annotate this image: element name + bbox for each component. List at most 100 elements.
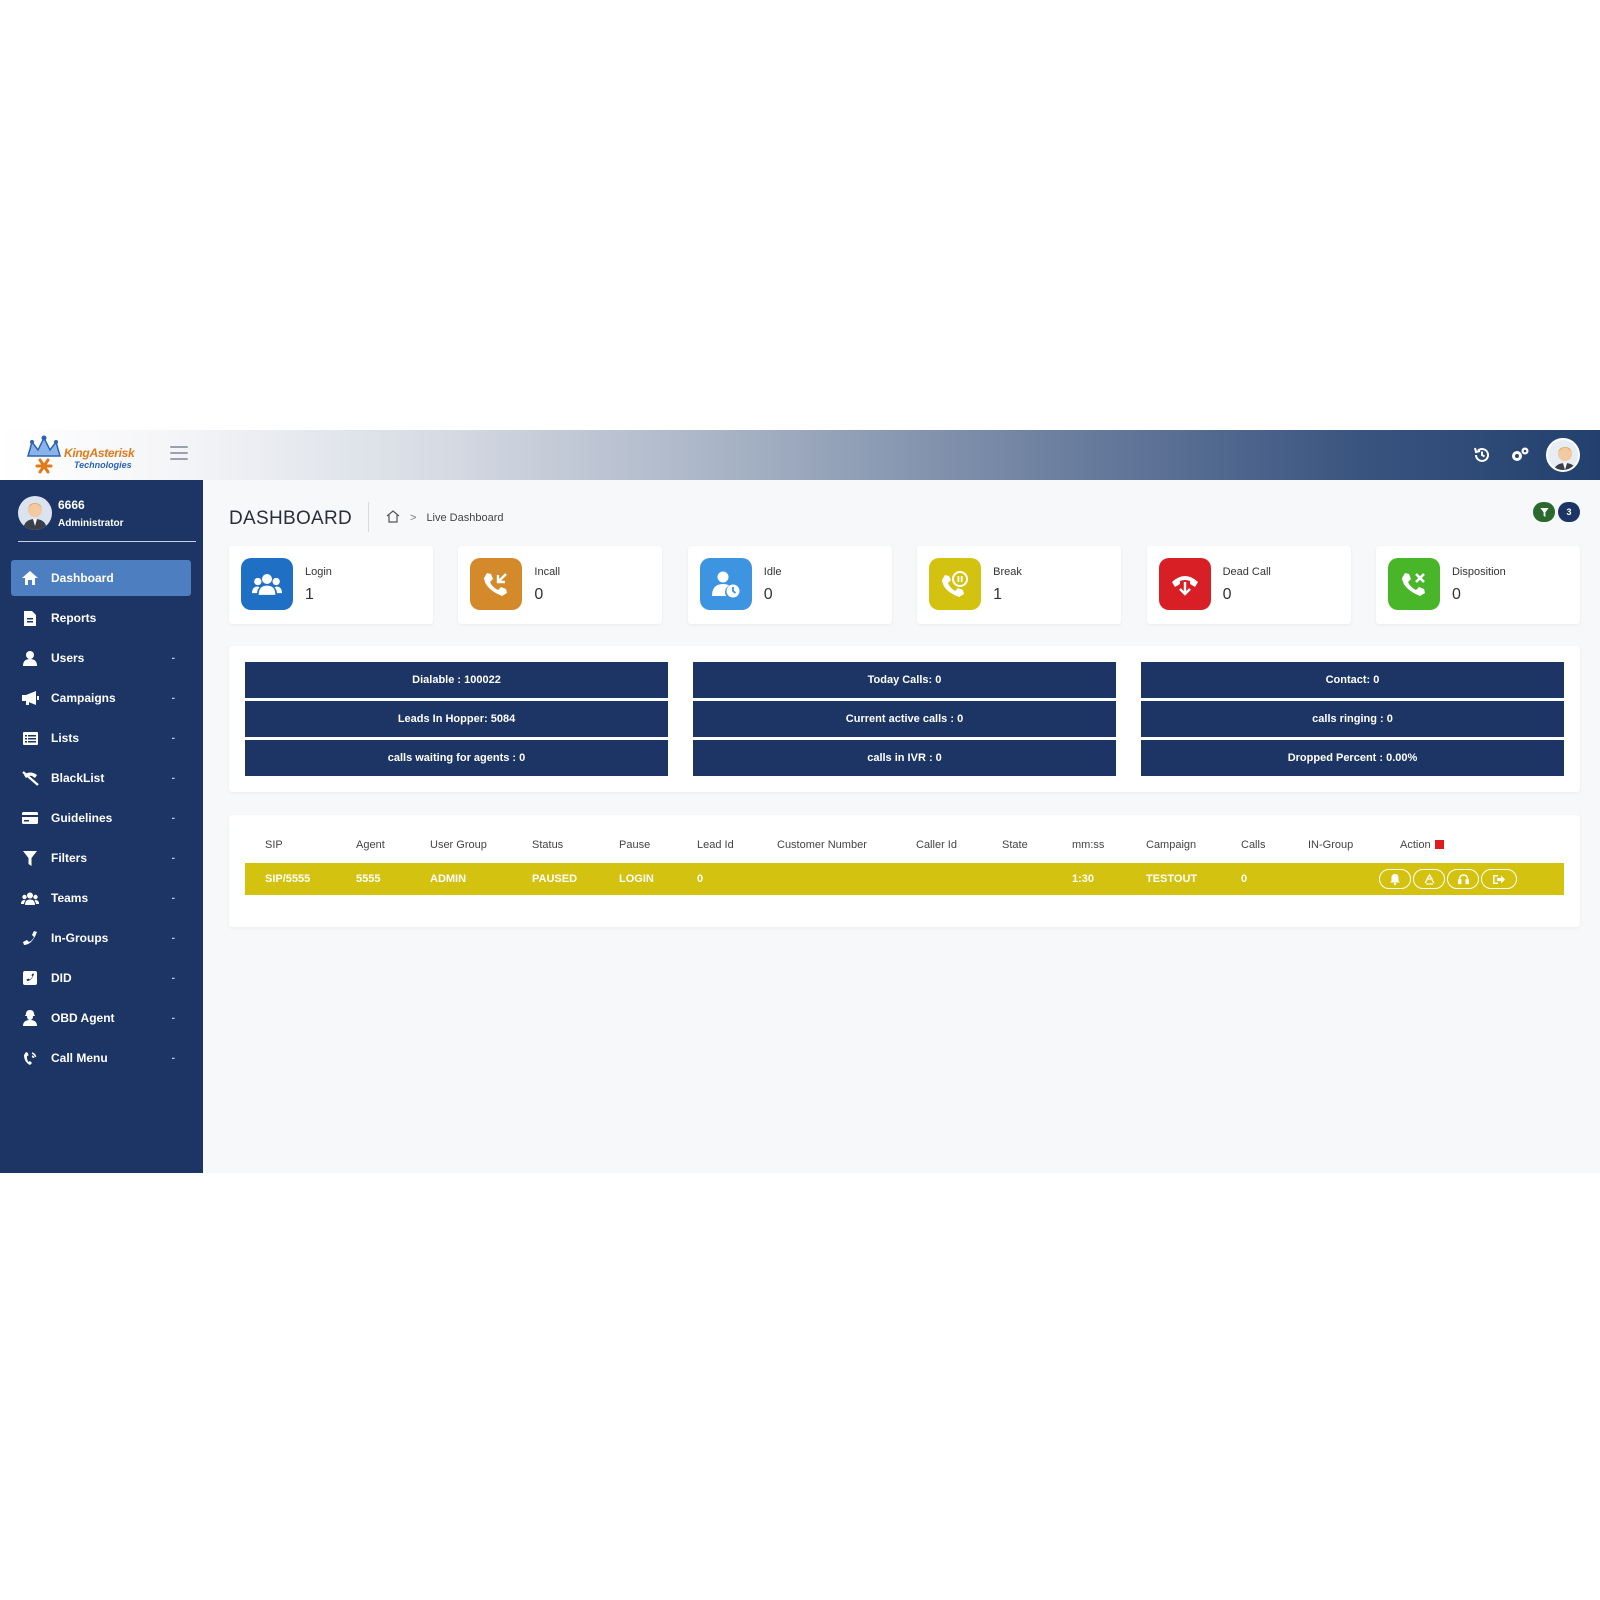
stat-card-login[interactable]: Login 1 <box>229 546 433 624</box>
sidebar-item-label: OBD Agent <box>51 1011 115 1025</box>
profile-avatar[interactable] <box>18 496 52 530</box>
column-header: Campaign <box>1146 839 1197 851</box>
summary-calls-waiting: calls waiting for agents : 0 <box>245 740 668 776</box>
stat-value: 0 <box>1222 586 1232 603</box>
sidebar-item-label: Guidelines <box>51 811 113 825</box>
stat-card-break[interactable]: Break 1 <box>917 546 1122 624</box>
stat-card-dead-call[interactable]: Dead Call 0 <box>1146 546 1351 624</box>
filter-icon[interactable] <box>1533 502 1555 522</box>
summary-leads-in-hopper: Leads In Hopper: 5084 <box>245 701 668 737</box>
sidebar-item-lists[interactable]: Lists - <box>11 720 191 756</box>
headset-icon[interactable] <box>1447 869 1479 889</box>
cell-mmss: 1:30 <box>1072 873 1095 885</box>
column-header-action: Action <box>1400 839 1444 851</box>
logout-icon[interactable] <box>1481 869 1517 889</box>
profile-name: 6666 <box>58 498 85 512</box>
summary-today-calls: Today Calls: 0 <box>693 662 1116 698</box>
agents-table: SIP Agent User Group Status Pause Lead I… <box>229 815 1580 927</box>
users-icon <box>21 889 39 907</box>
stat-card-idle[interactable]: Idle 0 <box>687 546 892 624</box>
sidebar-item-in-groups[interactable]: In-Groups - <box>11 920 191 956</box>
bell-icon[interactable] <box>1379 869 1411 889</box>
filter-badges: 3 <box>1533 502 1580 522</box>
sidebar-item-obd-agent[interactable]: OBD Agent - <box>11 1000 191 1036</box>
phone-slash-icon <box>21 769 39 787</box>
column-header: User Group <box>430 839 487 851</box>
stat-cards: Login 1 Incall 0 Idle 0 Break 1 Dead Cal… <box>229 546 1580 624</box>
sidebar-item-label: Lists <box>51 731 80 745</box>
summary-column: Contact: 0 calls ringing : 0 Dropped Per… <box>1141 662 1564 779</box>
user-avatar[interactable] <box>1546 438 1580 472</box>
sidebar-item-guidelines[interactable]: Guidelines - <box>11 800 191 836</box>
sidebar-item-label: Reports <box>51 611 97 625</box>
expand-arrow-icon: - <box>171 773 175 784</box>
sidebar-nav: Dashboard Reports Users - Campaigns - Li… <box>11 560 191 1080</box>
stat-label: Break <box>993 566 1022 578</box>
sidebar-item-blacklist[interactable]: BlackList - <box>11 760 191 796</box>
agent-icon <box>21 1009 39 1027</box>
sidebar-item-dashboard[interactable]: Dashboard <box>11 560 191 596</box>
stat-label: Dead Call <box>1222 566 1271 578</box>
phone-x-icon <box>1387 558 1440 610</box>
table-row[interactable]: SIP/5555 5555 ADMIN PAUSED LOGIN 0 1:30 … <box>245 863 1564 895</box>
breadcrumb-current: Live Dashboard <box>426 512 504 524</box>
stat-value: 0 <box>534 586 544 603</box>
home-icon[interactable] <box>386 510 400 526</box>
history-icon[interactable] <box>1470 443 1494 467</box>
settings-icon[interactable] <box>1508 443 1532 467</box>
expand-arrow-icon: - <box>171 973 175 984</box>
breadcrumb-separator: > <box>410 512 417 524</box>
summary-column: Dialable : 100022 Leads In Hopper: 5084 … <box>245 662 668 779</box>
stat-label: Idle <box>763 566 782 578</box>
stat-card-disposition[interactable]: Disposition 0 <box>1375 546 1580 624</box>
file-icon <box>21 609 39 627</box>
column-header: Action <box>1400 839 1431 851</box>
title-divider <box>368 502 369 532</box>
brand-logo[interactable]: KingAsterisk Technologies <box>24 434 136 476</box>
profile-role: Administrator <box>58 518 124 529</box>
sidebar-item-reports[interactable]: Reports <box>11 600 191 636</box>
sidebar-item-label: Teams <box>51 891 89 905</box>
brand-sub: Technologies <box>74 460 132 470</box>
filter-count-badge[interactable]: 3 <box>1558 502 1580 522</box>
stat-card-incall[interactable]: Incall 0 <box>458 546 663 624</box>
brand-name: KingAsterisk <box>64 446 135 460</box>
sidebar-item-filters[interactable]: Filters - <box>11 840 191 876</box>
stop-all-icon[interactable] <box>1434 840 1444 849</box>
sidebar-item-label: Call Menu <box>51 1051 108 1065</box>
menu-toggle-icon[interactable] <box>170 446 188 462</box>
cell-pause: LOGIN <box>619 873 654 885</box>
expand-arrow-icon: - <box>171 653 175 664</box>
sidebar-item-users[interactable]: Users - <box>11 640 191 676</box>
list-icon <box>21 729 39 747</box>
expand-arrow-icon: - <box>171 1013 175 1024</box>
top-bar: KingAsterisk Technologies <box>0 430 1600 480</box>
card-icon <box>21 809 39 827</box>
summary-contact: Contact: 0 <box>1141 662 1564 698</box>
summary-calls-in-ivr: calls in IVR : 0 <box>693 740 1116 776</box>
recycle-icon[interactable] <box>1413 869 1445 889</box>
cell-lead-id: 0 <box>697 873 704 885</box>
sidebar-item-call-menu[interactable]: Call Menu - <box>11 1040 191 1076</box>
hangup-icon <box>1158 558 1211 610</box>
column-header: SIP <box>265 839 283 851</box>
sidebar-item-label: Filters <box>51 851 88 865</box>
home-icon <box>21 569 39 587</box>
phone-pause-icon <box>929 558 982 610</box>
summary-column: Today Calls: 0 Current active calls : 0 … <box>693 662 1116 779</box>
sidebar-item-label: BlackList <box>51 771 105 785</box>
column-header: Calls <box>1241 839 1266 851</box>
filter-icon <box>21 849 39 867</box>
app-window: KingAsterisk Technologies 6666 Administr… <box>0 430 1600 1173</box>
sidebar-item-did[interactable]: DID - <box>11 960 191 996</box>
expand-arrow-icon: - <box>171 733 175 744</box>
stat-value: 1 <box>305 586 314 603</box>
expand-arrow-icon: - <box>171 1053 175 1064</box>
cell-status: PAUSED <box>532 873 578 885</box>
phone-square-icon <box>21 969 39 987</box>
sidebar-item-campaigns[interactable]: Campaigns - <box>11 680 191 716</box>
column-header: Agent <box>356 839 385 851</box>
expand-arrow-icon: - <box>171 693 175 704</box>
cell-user-group: ADMIN <box>430 873 467 885</box>
sidebar-item-teams[interactable]: Teams - <box>11 880 191 916</box>
